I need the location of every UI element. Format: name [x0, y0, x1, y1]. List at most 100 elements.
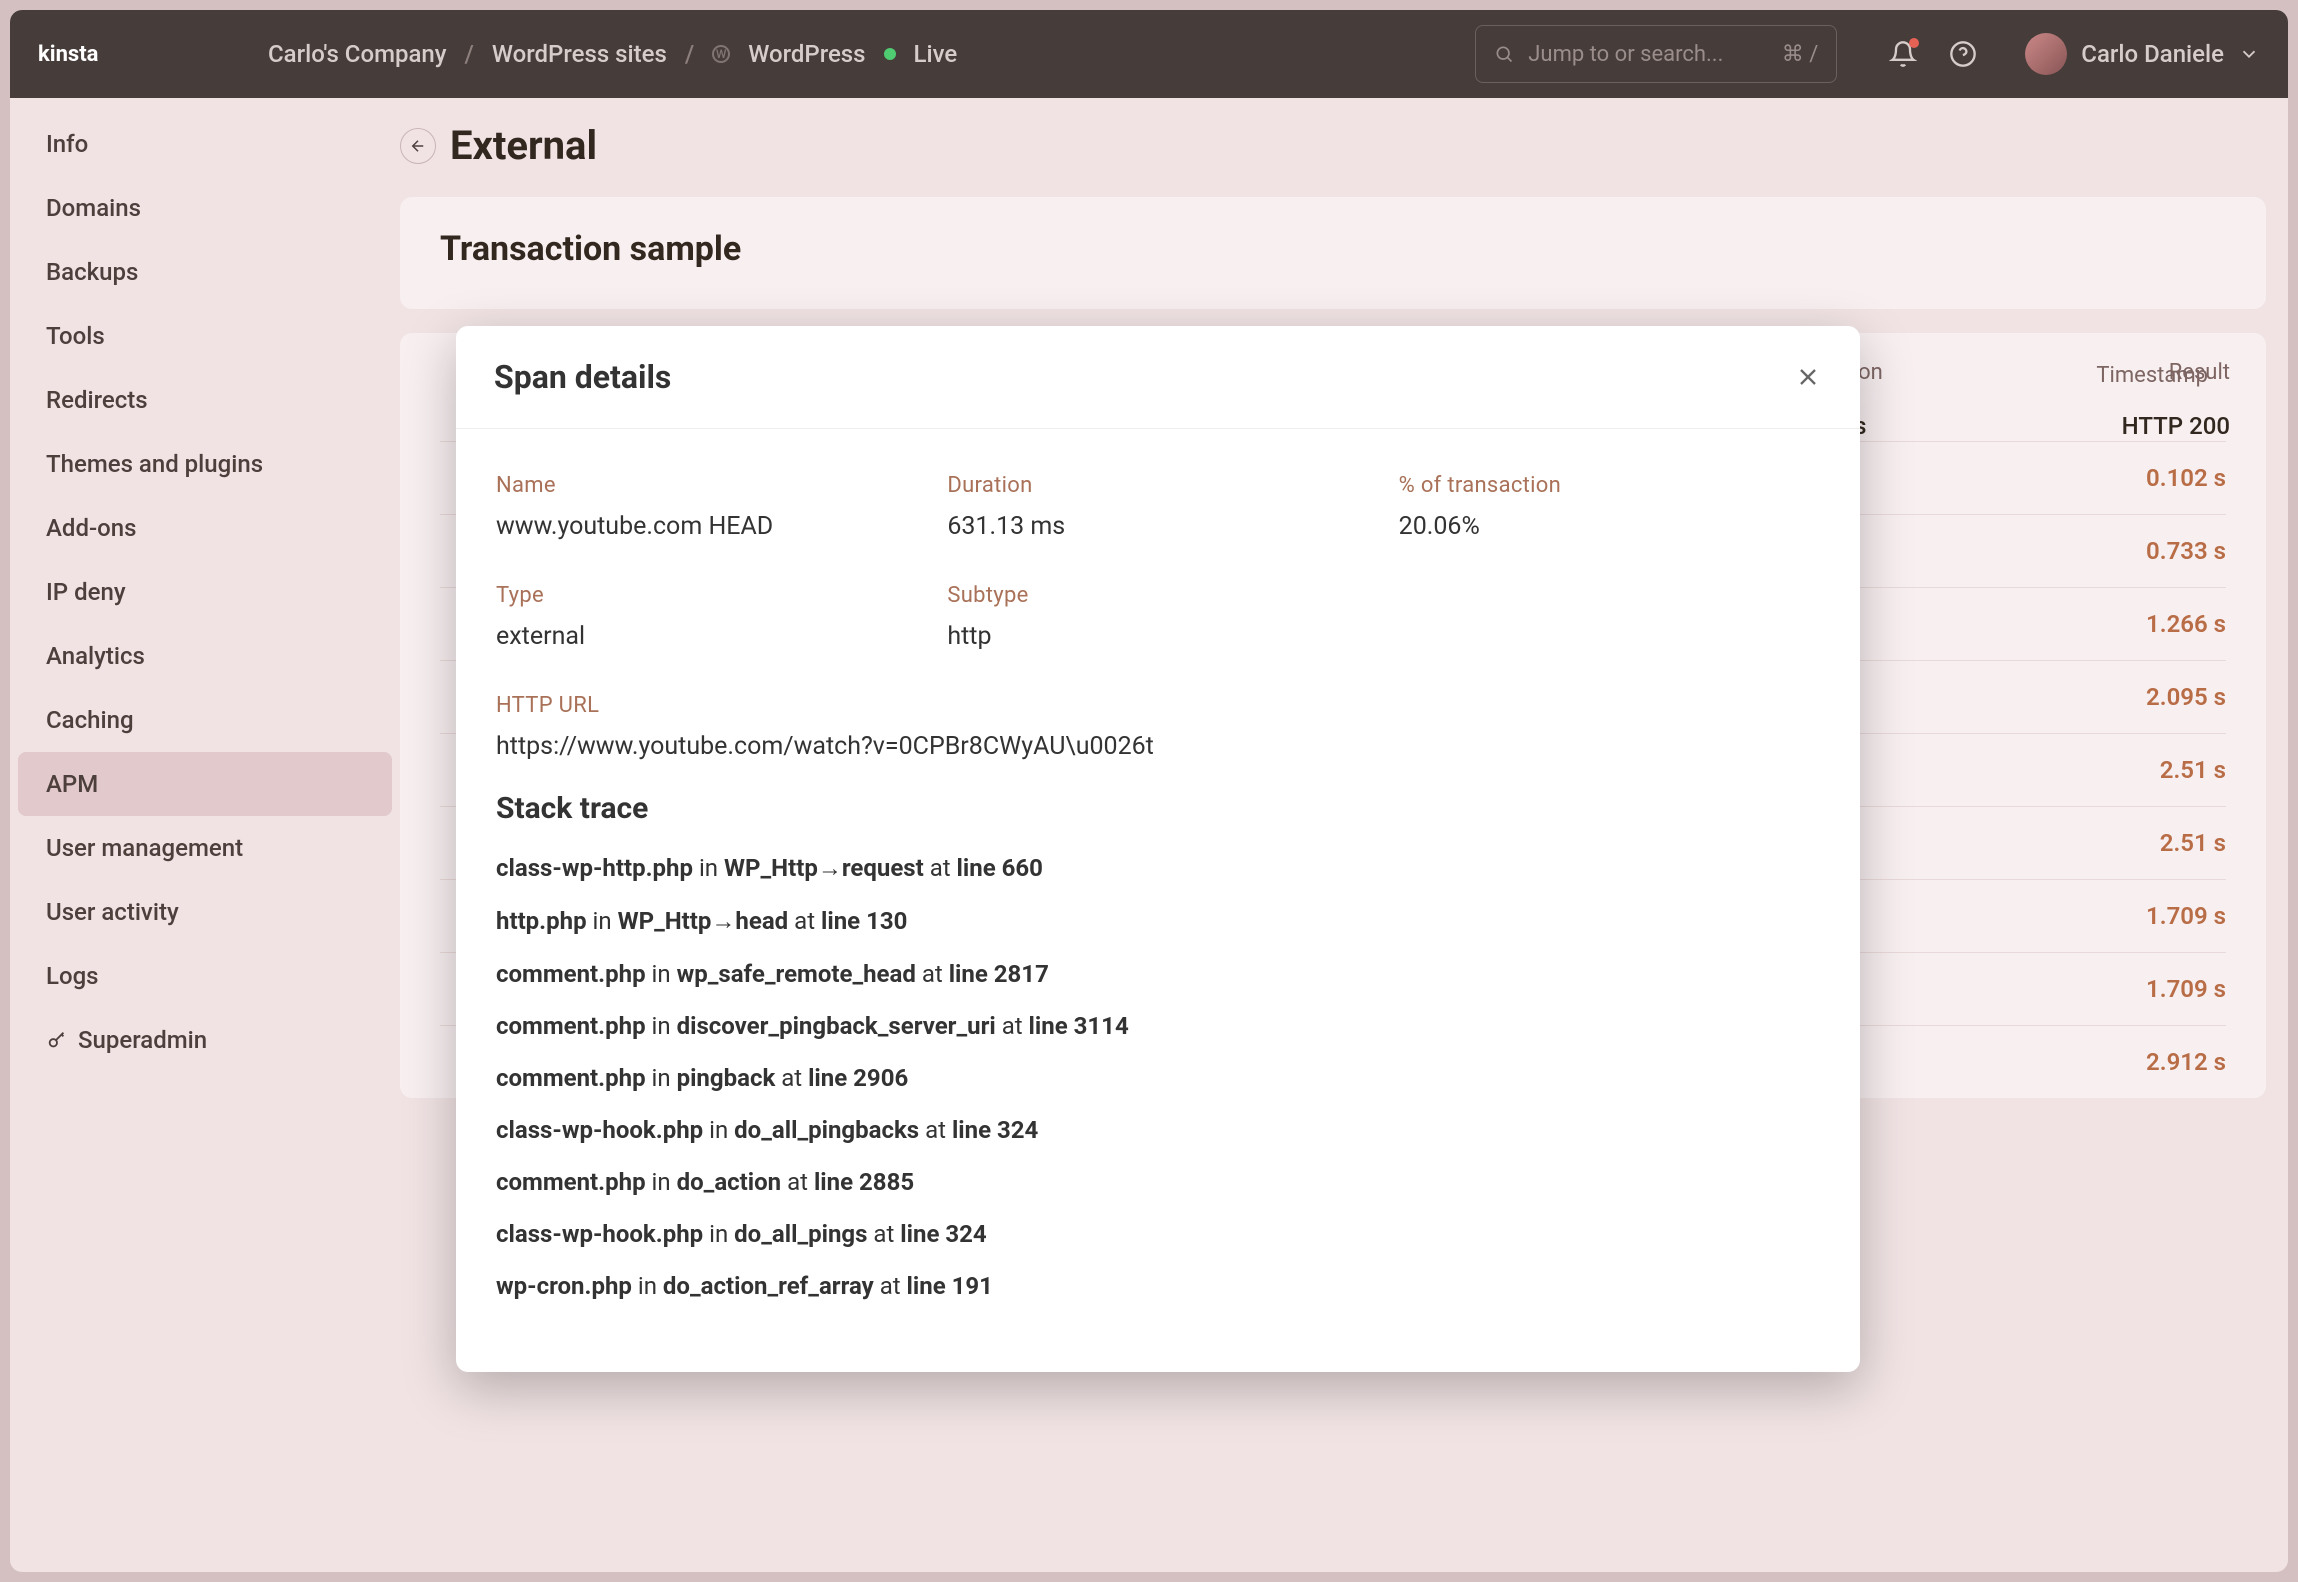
field-label: HTTP URL	[496, 693, 1820, 718]
sidebar-item-caching[interactable]: Caching	[18, 688, 392, 752]
sidebar-label: Redirects	[46, 386, 148, 414]
search-icon	[1494, 44, 1514, 64]
sidebar-item-redirects[interactable]: Redirects	[18, 368, 392, 432]
bg-val-result: HTTP 200	[2122, 412, 2230, 440]
transaction-card: Transaction sample	[400, 197, 2266, 309]
breadcrumb-site[interactable]: WordPress	[748, 40, 865, 68]
sidebar-label: Add-ons	[46, 514, 136, 542]
sidebar-label: User activity	[46, 898, 179, 926]
notification-dot	[1909, 38, 1919, 48]
field-value: https://www.youtube.com/watch?v=0CPBr8CW…	[496, 732, 1820, 761]
breadcrumb-company[interactable]: Carlo's Company	[268, 40, 447, 68]
breadcrumbs: Carlo's Company / WordPress sites / W Wo…	[268, 40, 1451, 68]
top-header: kinsta Carlo's Company / WordPress sites…	[10, 10, 2288, 98]
search-box[interactable]: Jump to or search... ⌘ /	[1475, 25, 1837, 83]
field-subtype: Subtype http	[947, 583, 1368, 651]
ts-value: 2.095 s	[2146, 683, 2226, 711]
sidebar-label: IP deny	[46, 578, 126, 606]
sidebar-item-apm[interactable]: APM	[18, 752, 392, 816]
header-icons	[1889, 40, 1977, 68]
modal-body: Name www.youtube.com HEAD Duration 631.1…	[456, 429, 1860, 1372]
field-pct: % of transaction 20.06%	[1399, 473, 1820, 541]
arrow-left-icon	[409, 137, 427, 155]
sidebar-label: Tools	[46, 322, 105, 350]
sidebar-item-analytics[interactable]: Analytics	[18, 624, 392, 688]
sidebar-label: Superadmin	[78, 1026, 207, 1054]
stack-trace-line: comment.php in wp_safe_remote_head at li…	[496, 960, 1820, 988]
ts-value: 1.709 s	[2146, 975, 2226, 1003]
avatar	[2025, 33, 2067, 75]
status-label: Live	[914, 40, 958, 68]
field-label: Type	[496, 583, 917, 608]
modal-header: Span details	[456, 326, 1860, 429]
field-label: % of transaction	[1399, 473, 1820, 498]
bg-col-result: Result	[2169, 360, 2230, 385]
stack-trace-line: wp-cron.php in do_action_ref_array at li…	[496, 1272, 1820, 1300]
field-name: Name www.youtube.com HEAD	[496, 473, 917, 541]
app-window: kinsta Carlo's Company / WordPress sites…	[10, 10, 2288, 1572]
user-menu[interactable]: Carlo Daniele	[2025, 33, 2260, 75]
row-ts: 2.912 s	[2066, 1048, 2226, 1076]
sidebar-label: APM	[46, 770, 98, 798]
wordpress-icon: W	[712, 45, 730, 63]
sidebar-item-superadmin[interactable]: Superadmin	[18, 1008, 392, 1072]
sidebar-item-domains[interactable]: Domains	[18, 176, 392, 240]
sidebar-label: Themes and plugins	[46, 450, 263, 478]
field-value: http	[947, 622, 1368, 651]
sidebar-item-info[interactable]: Info	[18, 112, 392, 176]
svg-text:kinsta: kinsta	[38, 42, 99, 67]
stack-trace-line: comment.php in discover_pingback_server_…	[496, 1012, 1820, 1040]
sidebar-label: Analytics	[46, 642, 145, 670]
ts-value: 0.733 s	[2146, 537, 2226, 565]
ts-value: 0.102 s	[2146, 464, 2226, 492]
back-button[interactable]	[400, 128, 436, 164]
sidebar-label: Caching	[46, 706, 134, 734]
sidebar-item-backups[interactable]: Backups	[18, 240, 392, 304]
modal-title: Span details	[494, 358, 671, 396]
field-value: 631.13 ms	[947, 512, 1368, 541]
field-value: 20.06%	[1399, 512, 1820, 541]
sidebar-label: Logs	[46, 962, 99, 990]
breadcrumb-sites[interactable]: WordPress sites	[492, 40, 667, 68]
kbd-hint: ⌘ /	[1782, 42, 1819, 67]
stack-trace-heading: Stack trace	[496, 791, 1820, 826]
sidebar-item-themes[interactable]: Themes and plugins	[18, 432, 392, 496]
stack-trace-line: comment.php in do_action at line 2885	[496, 1168, 1820, 1196]
help-icon[interactable]	[1949, 40, 1977, 68]
span-details-modal: Span details Name www.youtube.com HEAD D…	[456, 326, 1860, 1372]
sidebar-item-ipdeny[interactable]: IP deny	[18, 560, 392, 624]
ts-value: 2.51 s	[2160, 829, 2226, 857]
user-name: Carlo Daniele	[2081, 40, 2224, 68]
ts-value: 1.266 s	[2146, 610, 2226, 638]
sidebar-label: Domains	[46, 194, 141, 222]
sidebar-item-usermgmt[interactable]: User management	[18, 816, 392, 880]
sidebar-label: Backups	[46, 258, 138, 286]
sidebar-label: User management	[46, 834, 243, 862]
field-label: Name	[496, 473, 917, 498]
page-title-row: External	[400, 122, 2266, 169]
sidebar-item-useractivity[interactable]: User activity	[18, 880, 392, 944]
card-title: Transaction sample	[440, 229, 2226, 269]
bg-col-headers: Duration Result	[1800, 360, 2230, 385]
sidebar-item-logs[interactable]: Logs	[18, 944, 392, 1008]
breadcrumb-sep: /	[685, 40, 694, 68]
bg-col-values: 72 ms HTTP 200	[1800, 412, 2230, 440]
status-dot	[884, 48, 896, 60]
sidebar-item-addons[interactable]: Add-ons	[18, 496, 392, 560]
sidebar-label: Info	[46, 130, 88, 158]
search-placeholder: Jump to or search...	[1528, 42, 1767, 67]
stack-trace-list: class-wp-http.php in WP_Http→request at …	[496, 854, 1820, 1300]
close-button[interactable]	[1794, 363, 1822, 391]
kinsta-logo[interactable]: kinsta	[38, 41, 144, 67]
bell-icon[interactable]	[1889, 40, 1917, 68]
field-label: Subtype	[947, 583, 1368, 608]
sidebar-item-tools[interactable]: Tools	[18, 304, 392, 368]
field-spacer	[1399, 583, 1820, 651]
chevron-down-icon	[2238, 43, 2260, 65]
sidebar: Info Domains Backups Tools Redirects The…	[10, 98, 400, 1572]
breadcrumb-sep: /	[465, 40, 474, 68]
key-icon	[46, 1029, 68, 1051]
page-title: External	[450, 122, 597, 169]
field-value: external	[496, 622, 917, 651]
stack-trace-line: comment.php in pingback at line 2906	[496, 1064, 1820, 1092]
